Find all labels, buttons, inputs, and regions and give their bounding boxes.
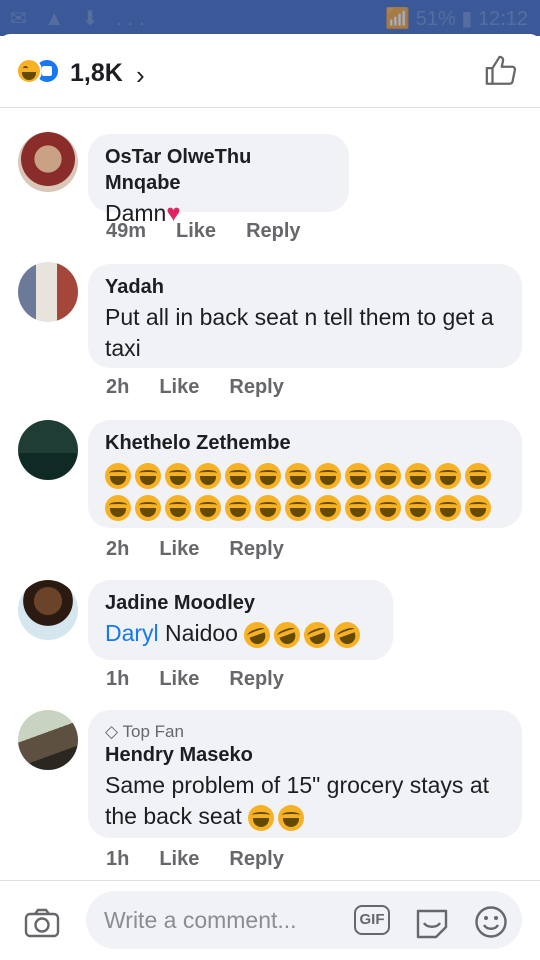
laughing-emoji-icon [195,462,221,489]
comment-time: 49m [106,220,147,242]
avatar[interactable] [18,420,78,480]
comment-actions: 1h Like Reply [106,668,314,691]
reaction-count[interactable]: 1,8K [70,59,123,88]
reply-link[interactable]: Reply [246,220,300,242]
laughing-emoji-icon [278,804,305,831]
mention-link[interactable]: Daryl [105,620,159,646]
laughing-emoji-icon [165,462,191,489]
comment-actions: 2h Like Reply [106,538,314,561]
comment-bubble[interactable]: Khethelo Zethembe [88,420,522,528]
laughing-emoji-icon [375,462,401,489]
comment-input-placeholder: Write a comment... [104,907,297,933]
comment-text: Put all in back seat n tell them to get … [105,304,494,361]
laughing-emoji-icon [248,804,275,831]
laughing-emoji-icon [135,494,161,521]
avatar[interactable] [18,262,78,322]
comment-time: 1h [106,668,130,690]
comment-text: Same problem of 15" grocery stays at the… [105,772,490,831]
comment-text: Daryl Naidoo [105,618,376,652]
laughing-emoji-icon [345,462,371,489]
top-fan-badge: ◇ Top Fan [105,722,184,741]
gif-button[interactable]: GIF [354,905,390,935]
comment-time: 2h [106,376,130,398]
comment-author[interactable]: Hendry Maseko [105,742,505,768]
laughing-emoji-icon [195,494,221,521]
avatar[interactable] [18,580,78,640]
status-bar: ✉ ▲ ⬇ ... 📶 51% ▮ 12:12 [0,0,540,36]
laughing-emoji-icon [315,462,341,489]
comment-bubble[interactable]: OsTar OlweThu Mnqabe Damn♥ [88,134,349,227]
comment-composer: Write a comment... GIF [0,880,540,960]
comment-author[interactable]: Jadine Moodley [105,590,376,616]
reply-link[interactable]: Reply [229,376,283,398]
haha-icon [16,58,42,84]
reply-link[interactable]: Reply [229,668,283,690]
laughing-emoji-icon [405,494,431,521]
emoji-icon[interactable] [474,905,508,939]
laughing-emoji-icon [375,494,401,521]
sticker-icon[interactable] [414,905,450,939]
like-link[interactable]: Like [159,668,199,690]
laughing-emoji-icon [270,618,305,652]
comment-time: 1h [106,848,130,870]
laughing-emoji-icon [435,462,461,489]
laughing-emoji-icon [165,494,191,521]
avatar[interactable] [18,132,78,192]
comments-sheet: 1,8K › OsTar OlweThu Mnqabe Damn♥ 49m Lik… [0,34,540,960]
reply-link[interactable]: Reply [229,538,283,560]
like-link[interactable]: Like [159,376,199,398]
comment-author[interactable]: Khethelo Zethembe [105,430,505,456]
like-link[interactable]: Like [159,848,199,870]
laughing-emoji-icon [255,494,281,521]
status-left: ✉ ▲ ⬇ ... [10,8,151,30]
laughing-emoji-icon [285,462,311,489]
laughing-emoji-icon [465,494,491,521]
laughing-emoji-icon [465,462,491,489]
comment-time: 2h [106,538,130,560]
laughing-emoji-icon [405,462,431,489]
laughing-emoji-icon [345,494,371,521]
comment-bubble[interactable]: ◇ Top Fan Hendry Maseko Same problem of … [88,710,522,838]
laughing-emoji-icon [240,618,275,652]
comment-actions: 49m Like Reply [106,220,331,243]
reactions-header: 1,8K › [0,34,540,108]
laughing-emoji-icon [225,494,251,521]
laughing-emoji-icon [105,462,131,489]
laughing-emoji-icon [135,462,161,489]
comment-actions: 1h Like Reply [106,848,314,871]
laughing-emoji-icon [255,462,281,489]
comment-author[interactable]: OsTar OlweThu Mnqabe [105,144,332,196]
like-link[interactable]: Like [176,220,216,242]
comment-author[interactable]: Yadah [105,274,505,300]
laughing-emoji-icon [285,494,311,521]
laughing-emoji-icon [435,494,461,521]
laughing-emoji-icon [225,462,251,489]
laughing-emoji-icon [330,618,365,652]
laughing-emoji-icon [315,494,341,521]
avatar[interactable] [18,710,78,770]
comment-bubble[interactable]: Yadah Put all in back seat n tell them t… [88,264,522,368]
like-link[interactable]: Like [159,538,199,560]
comment-input[interactable]: Write a comment... GIF [86,891,522,949]
diamond-icon: ◇ [105,722,123,741]
status-right: 📶 51% ▮ 12:12 [385,8,528,30]
reply-link[interactable]: Reply [229,848,283,870]
thumbs-up-icon[interactable] [484,54,518,88]
comment-actions: 2h Like Reply [106,376,314,399]
comment-bubble[interactable]: Jadine Moodley Daryl Naidoo [88,580,393,660]
chevron-right-icon[interactable]: › [136,60,145,91]
laughing-emoji-icon [300,618,335,652]
laughing-emoji-icon [105,494,131,521]
camera-icon[interactable] [24,907,60,939]
comment-emojis [105,458,505,522]
